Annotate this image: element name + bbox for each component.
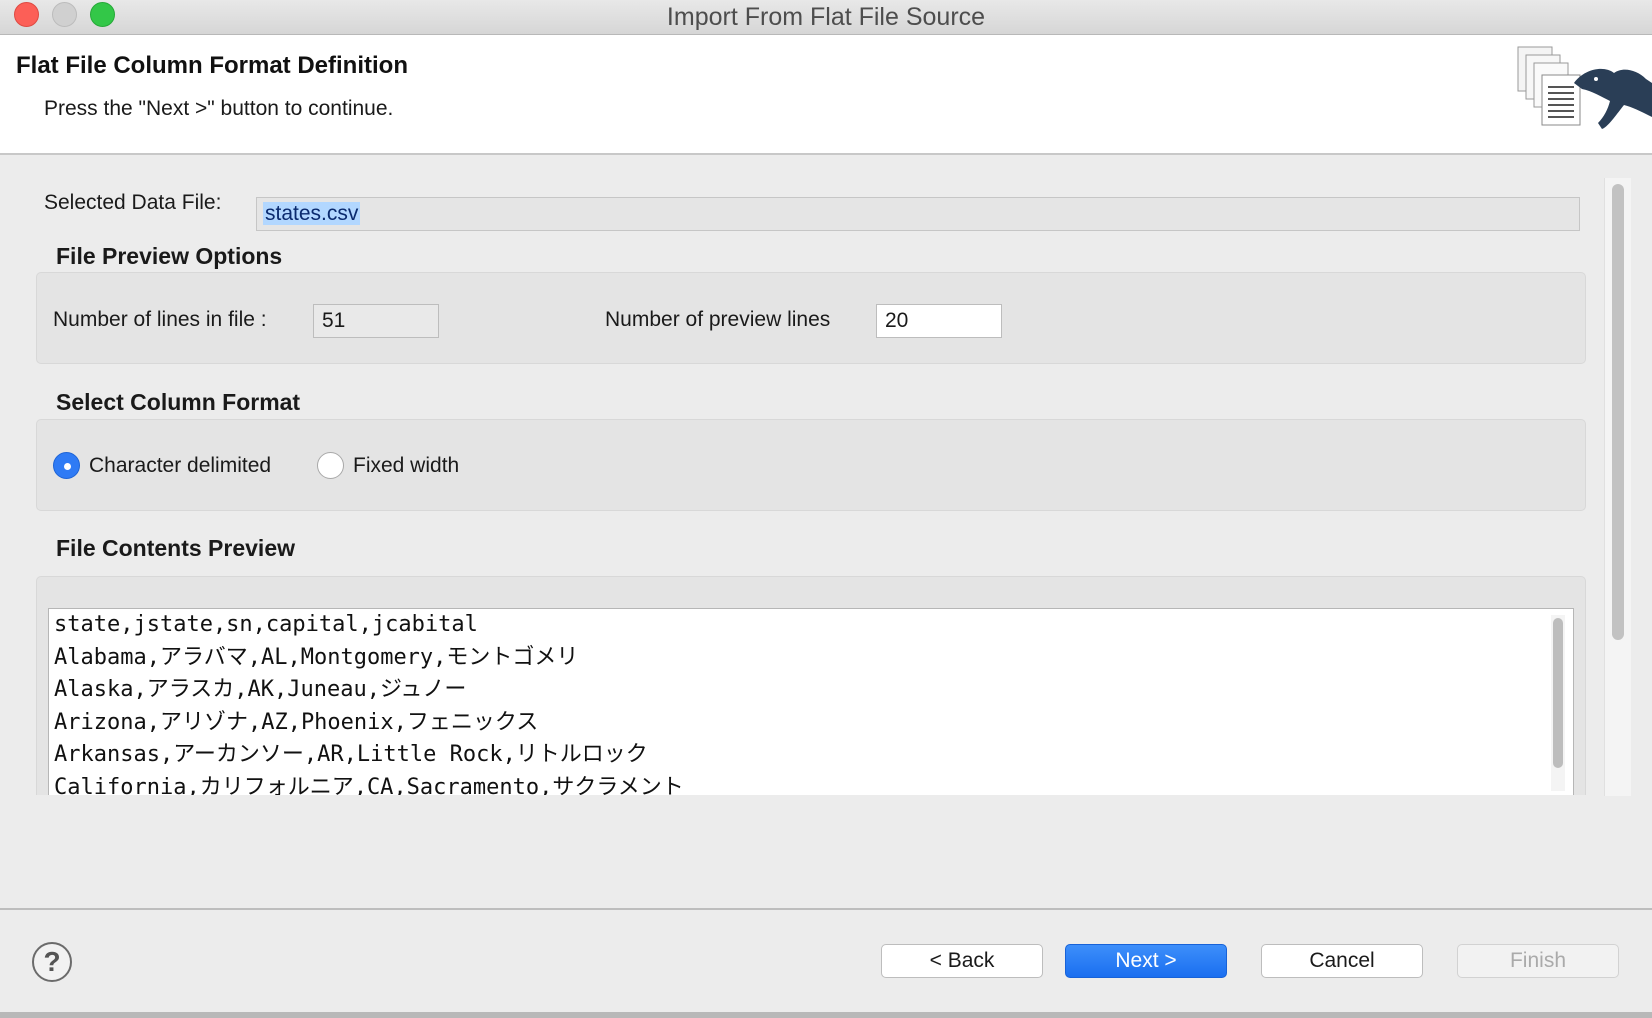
finish-button: Finish xyxy=(1457,944,1619,978)
selected-data-file-field[interactable]: states.csv xyxy=(256,197,1580,231)
import-wizard-graphic-icon xyxy=(1517,46,1652,129)
preview-lines-label: Number of preview lines xyxy=(605,308,831,331)
preview-scrollbar[interactable] xyxy=(1551,615,1565,791)
window-titlebar: Import From Flat File Source xyxy=(0,0,1652,35)
wizard-banner: Flat File Column Format Definition Press… xyxy=(0,35,1652,155)
fixed-width-radio[interactable] xyxy=(317,452,344,479)
select-column-format-title: Select Column Format xyxy=(56,389,301,415)
page-instructions: Press the "Next >" button to continue. xyxy=(44,97,394,120)
selected-data-file-value: states.csv xyxy=(263,202,361,225)
wizard-content: Selected Data File: states.csv File Prev… xyxy=(0,155,1652,795)
preview-line: Alabama,アラバマ,AL,Montgomery,モントゴメリ xyxy=(54,644,579,670)
preview-line: California,カリフォルニア,CA,Sacramento,サクラメント xyxy=(54,774,684,796)
lines-in-file-label: Number of lines in file : xyxy=(53,308,267,331)
preview-line: Alaska,アラスカ,AK,Juneau,ジュノー xyxy=(54,677,467,702)
character-delimited-label[interactable]: Character delimited xyxy=(89,454,271,478)
page-title: Flat File Column Format Definition xyxy=(16,52,408,79)
cancel-button[interactable]: Cancel xyxy=(1261,944,1423,978)
help-icon[interactable]: ? xyxy=(32,942,72,982)
back-button[interactable]: < Back xyxy=(881,944,1043,978)
fixed-width-label[interactable]: Fixed width xyxy=(353,454,459,478)
file-contents-preview-area[interactable]: state,jstate,sn,capital,jcabital Alabama… xyxy=(48,608,1574,795)
file-preview-options-title: File Preview Options xyxy=(56,243,283,269)
column-format-group: Character delimited Fixed width xyxy=(36,419,1586,511)
file-preview-options-group: Number of lines in file : 51 Number of p… xyxy=(36,272,1586,364)
lines-in-file-field: 51 xyxy=(313,304,439,338)
footer-divider xyxy=(0,908,1652,910)
window-title: Import From Flat File Source xyxy=(666,3,986,31)
preview-line: Arizona,アリゾナ,AZ,Phoenix,フェニックス xyxy=(54,709,539,735)
content-scrollbar[interactable] xyxy=(1604,178,1631,796)
selected-data-file-label: Selected Data File: xyxy=(44,191,222,214)
window-bottom-edge xyxy=(0,1012,1652,1018)
preview-lines-input[interactable]: 20 xyxy=(876,304,1002,338)
character-delimited-radio[interactable] xyxy=(53,452,80,479)
preview-line: Arkansas,アーカンソー,AR,Little Rock,リトルロック xyxy=(54,742,648,767)
content-scrollbar-thumb[interactable] xyxy=(1612,184,1624,640)
preview-line: state,jstate,sn,capital,jcabital xyxy=(54,612,478,637)
file-contents-preview-title: File Contents Preview xyxy=(56,535,296,561)
next-button[interactable]: Next > xyxy=(1065,944,1227,978)
preview-scrollbar-thumb[interactable] xyxy=(1553,618,1563,768)
